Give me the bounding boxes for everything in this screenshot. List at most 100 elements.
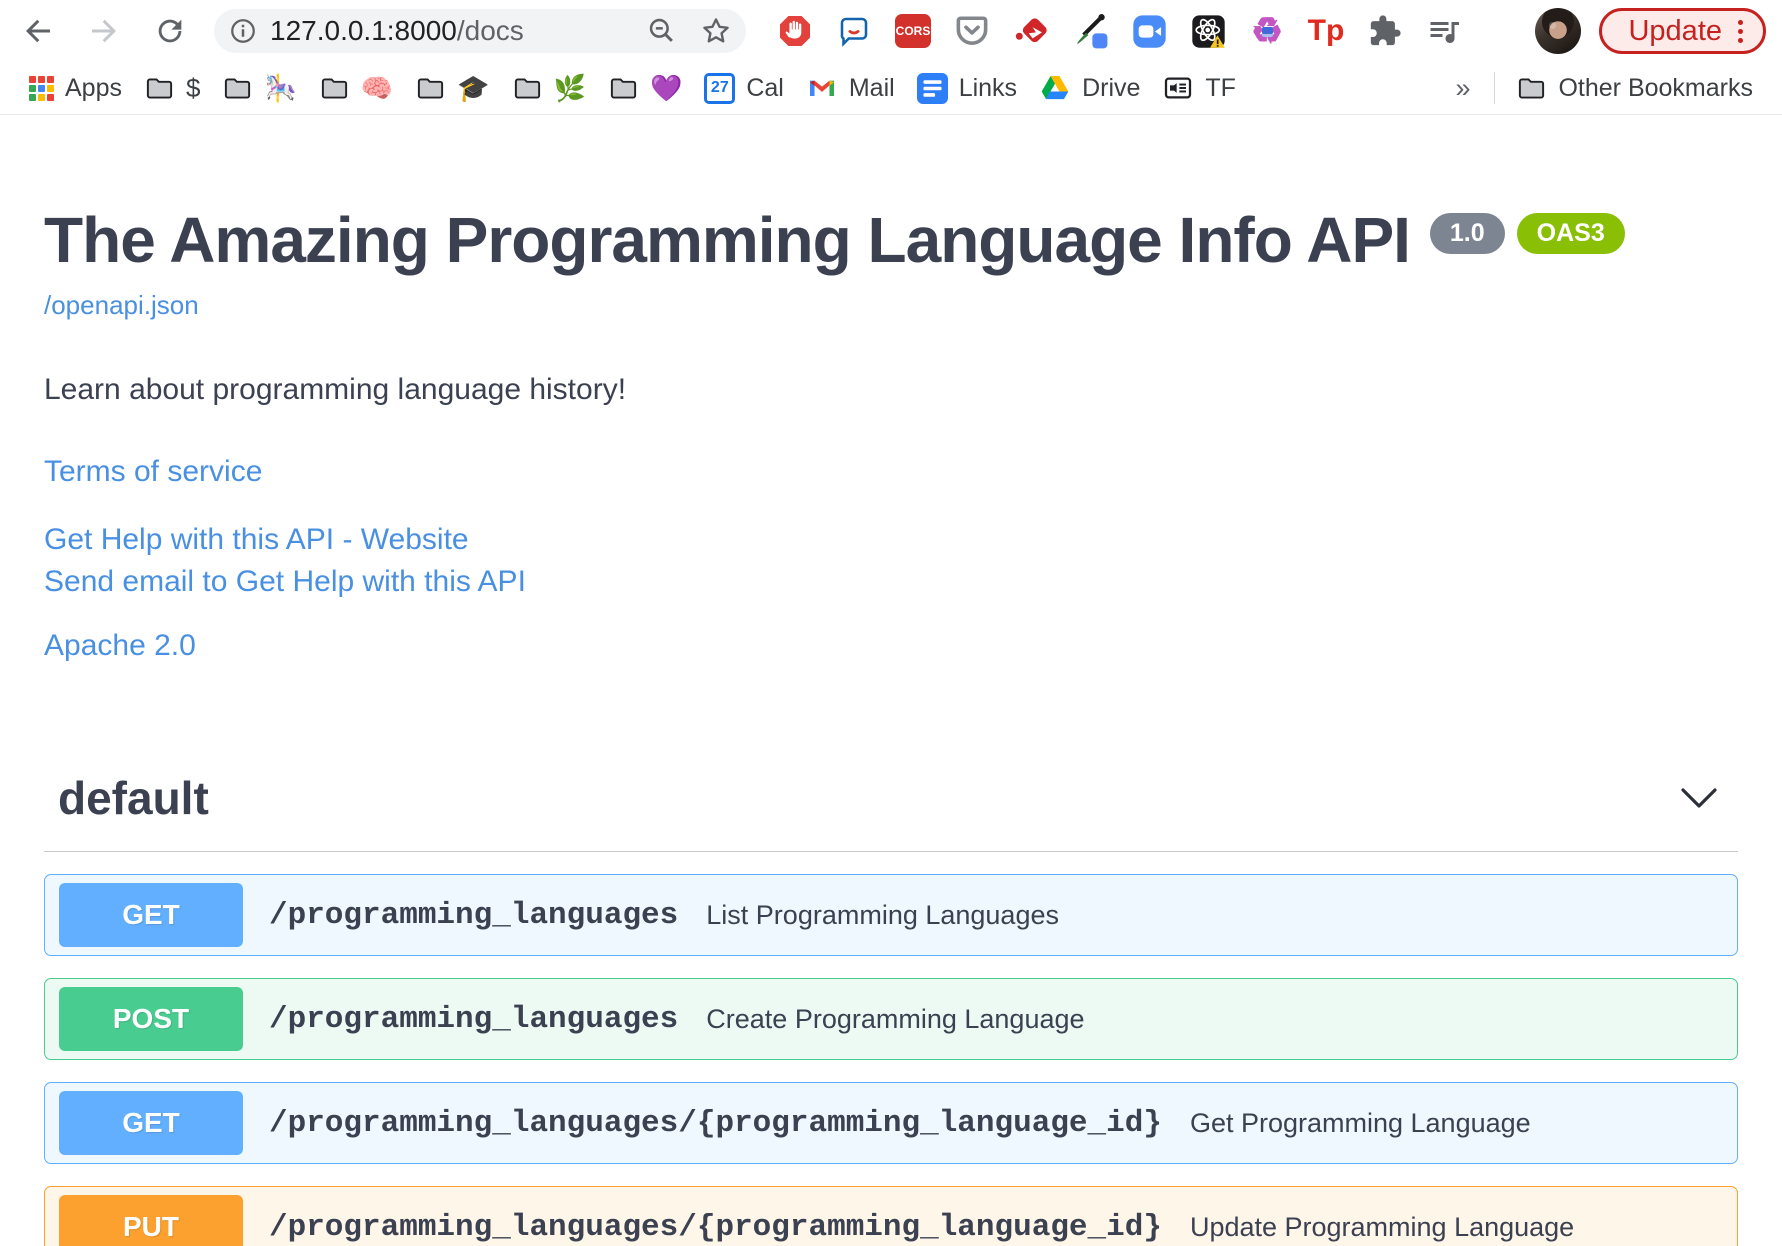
- terms-of-service-link[interactable]: Terms of service: [44, 455, 1738, 489]
- bookmark-folder-herb[interactable]: 🌿: [501, 73, 597, 104]
- http-method-badge: GET: [59, 883, 243, 948]
- bookmark-folder-brain[interactable]: 🧠: [308, 73, 404, 104]
- recycle-extension-button[interactable]: ♻: [1248, 12, 1286, 50]
- bookmark-calendar[interactable]: 27 Cal: [693, 72, 795, 104]
- chat-bubble-extension-button[interactable]: [835, 12, 873, 50]
- address-bar[interactable]: 127.0.0.1:8000/docs: [214, 9, 746, 53]
- recycle-core-grid: [1262, 27, 1273, 37]
- bookmark-label: Drive: [1082, 73, 1141, 102]
- operation-row-get-one[interactable]: GET /programming_languages/{programming_…: [44, 1082, 1738, 1165]
- tf-document-icon: [1165, 77, 1192, 99]
- bookmark-label: 🧠: [360, 72, 394, 103]
- folder-icon: [146, 77, 173, 99]
- bookmark-tf[interactable]: TF: [1151, 72, 1247, 104]
- version-badge: 1.0: [1429, 213, 1505, 254]
- react-devtools-extension-button[interactable]: [1189, 12, 1227, 50]
- get-help-website-link[interactable]: Get Help with this API - Website: [44, 523, 1738, 557]
- bookmark-label: Cal: [746, 73, 784, 102]
- reload-button[interactable]: [148, 9, 192, 53]
- bookmark-label: Mail: [848, 73, 895, 102]
- bookmark-folder-purple-heart[interactable]: 💜: [597, 73, 693, 104]
- bookmarks-overflow-chevron[interactable]: »: [1441, 73, 1484, 104]
- url-text[interactable]: 127.0.0.1:8000/docs: [270, 15, 524, 47]
- section-title: default: [58, 772, 209, 825]
- bookmark-label: 🎠: [264, 72, 297, 103]
- get-help-email-link[interactable]: Send email to Get Help with this API: [44, 565, 1738, 599]
- react-devtools-icon: [1191, 14, 1225, 48]
- bookmark-label: 🎓: [457, 72, 490, 103]
- chat-bubble-icon: [840, 17, 868, 47]
- api-title-group: The Amazing Programming Language Info AP…: [44, 204, 1738, 276]
- bookmark-drive[interactable]: Drive: [1028, 72, 1151, 104]
- api-info-links: Terms of service Get Help with this API …: [44, 455, 1738, 663]
- bookmark-label: Apps: [65, 73, 122, 102]
- browser-toolbar: 127.0.0.1:8000/docs CORS Tp Update: [0, 0, 1782, 62]
- operation-summary: Get Programming Language: [1189, 1107, 1531, 1138]
- operation-path: /programming_languages: [269, 1001, 679, 1037]
- zoom-extension-button[interactable]: [1130, 12, 1168, 50]
- page-info-icon[interactable]: [228, 16, 258, 46]
- stop-hand-extension-button[interactable]: [776, 12, 814, 50]
- red-diamond-extension-button[interactable]: [1012, 12, 1050, 50]
- bookmark-star-icon[interactable]: [700, 15, 732, 47]
- chrome-update-button[interactable]: Update: [1599, 8, 1766, 54]
- folder-icon: [610, 77, 637, 99]
- operation-row-post-create[interactable]: POST /programming_languages Create Progr…: [44, 978, 1738, 1061]
- playlist-button[interactable]: [1425, 12, 1463, 50]
- bookmark-links[interactable]: Links: [906, 72, 1028, 104]
- other-bookmarks[interactable]: Other Bookmarks: [1505, 73, 1764, 104]
- bookmark-folder-dollar[interactable]: $: [133, 73, 211, 104]
- bookmark-label: $: [185, 72, 201, 103]
- links-list-icon: [916, 72, 948, 104]
- pocket-extension-button[interactable]: [953, 12, 991, 50]
- default-tag-section: default GET /programming_languages List …: [44, 771, 1738, 1246]
- operation-path: /programming_languages/{programming_lang…: [269, 1209, 1162, 1245]
- bookmark-mail[interactable]: Mail: [795, 72, 906, 104]
- google-drive-icon: [1041, 76, 1069, 100]
- zoom-out-icon[interactable]: [646, 15, 678, 47]
- openapi-spec-link[interactable]: /openapi.json: [44, 290, 199, 321]
- bookmark-label: TF: [1205, 73, 1236, 102]
- operation-row-put-update[interactable]: PUT /programming_languages/{programming_…: [44, 1186, 1738, 1246]
- reload-icon: [158, 19, 182, 43]
- extensions-menu-button[interactable]: [1366, 12, 1404, 50]
- forward-arrow-icon: [92, 19, 116, 43]
- page-title: The Amazing Programming Language Info AP…: [44, 204, 1411, 276]
- bookmark-label: 🌿: [553, 72, 586, 103]
- update-label: Update: [1628, 14, 1722, 47]
- http-method-badge: GET: [59, 1091, 243, 1156]
- back-button[interactable]: [16, 9, 60, 53]
- profile-avatar[interactable]: [1535, 8, 1582, 54]
- section-header[interactable]: default: [44, 771, 1738, 853]
- cors-extension-button[interactable]: CORS: [894, 12, 932, 50]
- section-collapse-chevron-icon[interactable]: [1680, 787, 1718, 809]
- api-description: Learn about programming language history…: [44, 373, 627, 407]
- gmail-icon: [809, 80, 834, 96]
- bookmark-apps[interactable]: Apps: [18, 74, 133, 103]
- kebab-menu-icon[interactable]: [1738, 19, 1743, 43]
- tp-icon: Tp: [1307, 14, 1345, 47]
- bookmark-folder-graduation[interactable]: 🎓: [404, 73, 500, 104]
- other-bookmarks-label: Other Bookmarks: [1558, 73, 1753, 102]
- operation-row-get-list[interactable]: GET /programming_languages List Programm…: [44, 874, 1738, 957]
- bookmark-label: Links: [958, 73, 1018, 102]
- bookmark-folder-carousel[interactable]: 🎠: [211, 73, 307, 104]
- apps-grid-icon: [29, 75, 54, 101]
- swagger-docs-page: The Amazing Programming Language Info AP…: [0, 115, 1782, 1246]
- red-diamond-arrow-icon: [1015, 18, 1047, 43]
- oas3-badge: OAS3: [1516, 213, 1625, 254]
- operation-summary: Create Programming Language: [706, 1003, 1085, 1034]
- video-camera-icon: [1132, 14, 1166, 48]
- operation-path: /programming_languages/{programming_lang…: [269, 1105, 1162, 1141]
- folder-icon: [1519, 77, 1545, 99]
- google-calendar-icon: 27: [704, 72, 736, 104]
- back-arrow-icon: [26, 19, 50, 43]
- eyedropper-extension-button[interactable]: [1071, 12, 1109, 50]
- forward-button[interactable]: [82, 9, 126, 53]
- extension-strip: CORS Tp: [776, 12, 1463, 50]
- puzzle-icon: [1370, 15, 1401, 46]
- tp-extension-button[interactable]: Tp: [1307, 12, 1345, 50]
- playlist-queue-icon: [1430, 22, 1459, 43]
- stop-hand-icon: [780, 16, 810, 46]
- license-link[interactable]: Apache 2.0: [44, 629, 1738, 663]
